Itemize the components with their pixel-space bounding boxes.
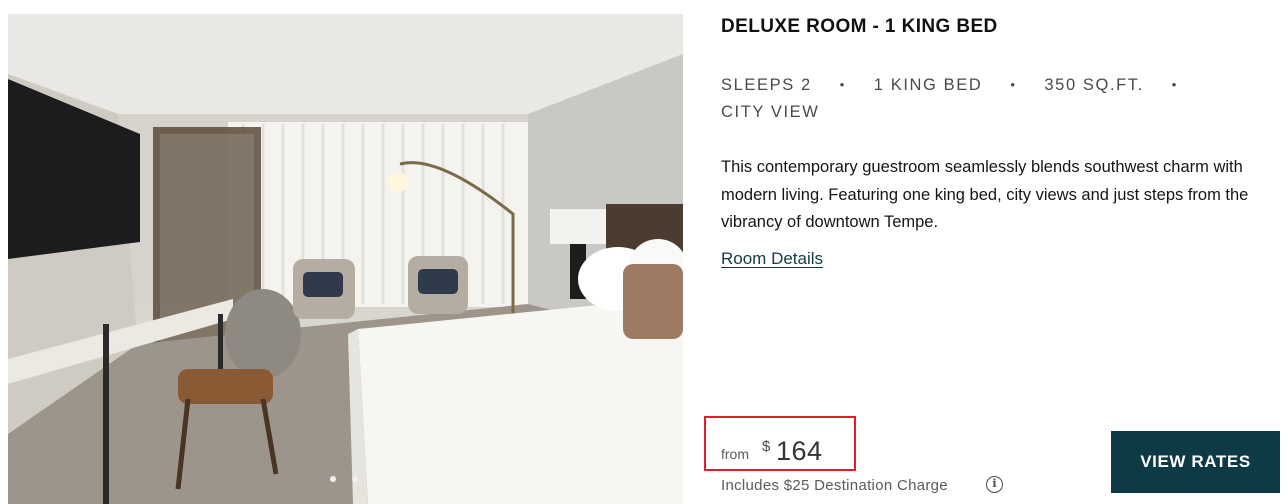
- room-photo[interactable]: [8, 14, 683, 504]
- info-icon[interactable]: i: [986, 476, 1003, 493]
- feature-view: CITY VIEW: [721, 103, 820, 121]
- feature-separator: •: [1010, 77, 1017, 92]
- price-currency: $: [762, 438, 771, 455]
- room-title: DELUXE ROOM - 1 KING BED: [721, 16, 998, 37]
- room-features: SLEEPS 2 • 1 KING BED • 350 SQ.FT. • CITY VIE…: [721, 71, 1261, 126]
- feature-separator: •: [839, 77, 846, 92]
- price-from-label: from: [721, 446, 749, 462]
- carousel-dot-2[interactable]: [352, 476, 358, 482]
- destination-charge-note: Includes $25 Destination Charge: [721, 477, 948, 494]
- carousel-dot-1[interactable]: [330, 476, 336, 482]
- feature-size: 350 SQ.FT.: [1044, 76, 1144, 94]
- feature-sleeps: SLEEPS 2: [721, 76, 812, 94]
- room-photo-illustration: [8, 14, 683, 504]
- feature-bed: 1 KING BED: [873, 76, 983, 94]
- feature-separator: •: [1171, 77, 1178, 92]
- view-rates-button[interactable]: VIEW RATES: [1111, 431, 1280, 493]
- price-amount: 164: [776, 436, 823, 466]
- room-details-link[interactable]: Room Details: [721, 249, 823, 269]
- room-description: This contemporary guestroom seamlessly b…: [721, 158, 1249, 231]
